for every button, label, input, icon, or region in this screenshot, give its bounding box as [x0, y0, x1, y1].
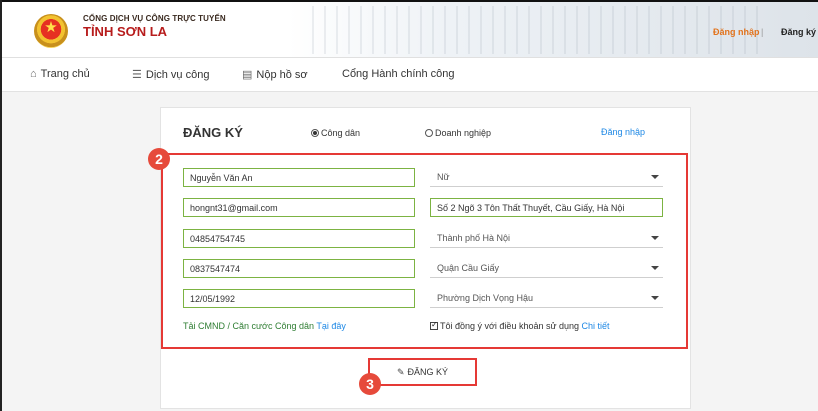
national-emblem-icon[interactable]: ★ [34, 14, 68, 48]
birth-date-field[interactable]: 12/05/1992 [183, 289, 415, 308]
nav-label: Trang chủ [40, 68, 90, 80]
radio-business-label: Doanh nghiệp [435, 128, 492, 138]
ward-value: Phường Dịch Vọng Hậu [437, 293, 533, 303]
gender-value: Nữ [437, 172, 450, 182]
full-name-field[interactable]: Nguyễn Văn An [183, 168, 415, 187]
terms-checkbox[interactable] [430, 320, 438, 330]
terms-row: Tôi đồng ý với điều khoản sử dụng Chi ti… [430, 320, 610, 331]
site-header: ★ CỔNG DỊCH VỤ CÔNG TRỰC TUYẾN TỈNH SƠN … [2, 2, 818, 58]
header-separator: | [761, 27, 764, 37]
portal-name: CỔNG DỊCH VỤ CÔNG TRỰC TUYẾN [83, 14, 226, 23]
header-watermark [302, 6, 762, 54]
document-icon: ▤ [242, 69, 253, 81]
register-title: ĐĂNG KÝ [183, 125, 243, 140]
register-submit-button[interactable]: ✎ ĐĂNG KÝ [368, 358, 477, 386]
province-select[interactable]: Thành phố Hà Nội [430, 228, 663, 248]
district-value: Quận Cầu Giấy [437, 263, 500, 273]
chevron-down-icon [651, 175, 659, 179]
gender-select[interactable]: Nữ [430, 167, 663, 187]
header-register-link[interactable]: Đăng ký [781, 27, 816, 37]
id-number-field[interactable]: 04854754745 [183, 229, 415, 248]
nav-item-home[interactable]: ⌂ Trang chủ [30, 68, 90, 80]
submit-label: ĐĂNG KÝ [407, 367, 449, 377]
nav-label: Nộp hồ sơ [256, 69, 308, 81]
nav-label: Dịch vụ công [145, 69, 210, 81]
email-field[interactable]: hongnt31@gmail.com [183, 198, 415, 217]
radio-unselected-icon [425, 129, 433, 137]
chevron-down-icon [651, 266, 659, 270]
nav-item-admin-portal[interactable]: Cổng Hành chính công [342, 68, 455, 80]
radio-selected-icon [311, 129, 319, 137]
form-login-link[interactable]: Đăng nhập [601, 127, 645, 137]
upload-id-link[interactable]: Tại đây [316, 321, 346, 331]
chevron-down-icon [651, 296, 659, 300]
ward-select[interactable]: Phường Dịch Vọng Hậu [430, 288, 663, 308]
radio-citizen-label: Công dân [321, 128, 361, 138]
radio-business[interactable]: Doanh nghiệp [425, 128, 491, 138]
phone-field[interactable]: 0837547474 [183, 259, 415, 278]
province-name: TỈNH SƠN LA [83, 24, 168, 39]
upload-id-row: Tải CMND / Căn cước Công dân Tại đây [183, 321, 346, 331]
radio-citizen[interactable]: Công dân [311, 128, 360, 138]
terms-detail-link[interactable]: Chi tiết [582, 321, 610, 331]
step-badge-submit: 3 [359, 373, 381, 395]
home-icon: ⌂ [30, 68, 37, 80]
upload-id-label: Tải CMND / Căn cước Công dân [183, 321, 314, 331]
district-select[interactable]: Quận Cầu Giấy [430, 258, 663, 278]
address-field[interactable]: Số 2 Ngõ 3 Tôn Thất Thuyết, Cầu Giấy, Hà… [430, 198, 663, 217]
list-icon: ☰ [132, 69, 142, 81]
province-value: Thành phố Hà Nội [437, 233, 511, 243]
terms-label: Tôi đồng ý với điều khoản sử dụng [440, 321, 580, 331]
nav-label: Cổng Hành chính công [342, 68, 455, 80]
nav-item-public-services[interactable]: ☰ Dịch vụ công [132, 68, 209, 81]
edit-icon: ✎ [396, 367, 405, 377]
main-nav: ⌂ Trang chủ ☰ Dịch vụ công ▤ Nộp hồ sơ Cổng… [2, 58, 818, 92]
header-login-link[interactable]: Đăng nhập [713, 27, 760, 37]
step-badge-form: 2 [148, 148, 170, 170]
nav-item-submit-dossier[interactable]: ▤ Nộp hồ sơ [242, 68, 308, 81]
chevron-down-icon [651, 236, 659, 240]
